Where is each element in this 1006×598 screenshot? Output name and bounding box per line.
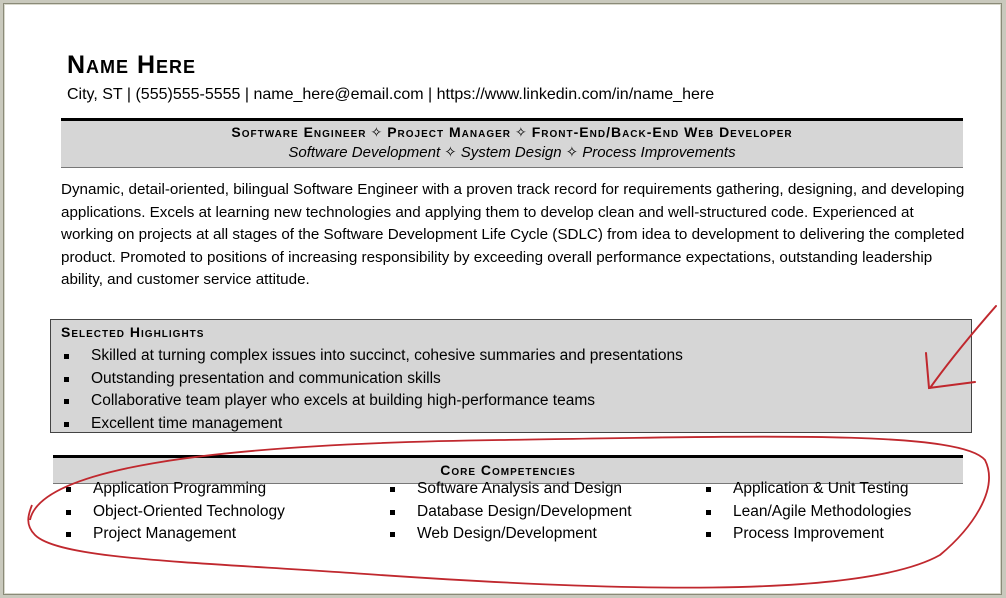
list-item: Lean/Agile Methodologies	[703, 501, 911, 524]
competencies-column-3: Application & Unit Testing Lean/Agile Me…	[703, 478, 911, 546]
skills-line: Software Development ✧ System Design ✧ Proce…	[61, 143, 963, 161]
square-bullet-icon	[390, 487, 395, 492]
square-bullet-icon	[706, 532, 711, 537]
competencies-column-2: Software Analysis and Design Database De…	[387, 478, 632, 546]
list-item: Application & Unit Testing	[703, 478, 911, 501]
square-bullet-icon	[64, 354, 69, 359]
role-1: Software Engineer	[231, 124, 367, 140]
highlights-box: Selected Highlights Skilled at turning c…	[50, 319, 972, 433]
summary-paragraph: Dynamic, detail-oriented, bilingual Soft…	[61, 181, 965, 288]
competencies-heading: Core Competencies	[440, 462, 576, 478]
list-item: Software Analysis and Design	[387, 478, 632, 501]
square-bullet-icon	[390, 532, 395, 537]
list-item: Database Design/Development	[387, 501, 632, 524]
list-item: Excellent time management	[61, 413, 683, 436]
roles-line: Software Engineer ✧ Project Manager ✧ Front-…	[61, 124, 963, 141]
square-bullet-icon	[66, 509, 71, 515]
role-3: Front-End/Back-End Web Developer	[531, 124, 793, 140]
contact-line: City, ST | (555)555-5555 | name_here@ema…	[67, 86, 715, 103]
list-item: Skilled at turning complex issues into s…	[61, 345, 683, 368]
skill-2: System Design	[460, 144, 562, 161]
skill-1: Software Development	[288, 144, 441, 161]
four-pointed-star-icon: ✧	[370, 124, 384, 140]
competencies-column-1: Application Programming Object-Oriented …	[63, 478, 285, 546]
four-pointed-star-icon: ✧	[444, 144, 457, 161]
square-bullet-icon	[66, 487, 71, 492]
square-bullet-icon	[64, 399, 69, 404]
list-item: Application Programming	[63, 478, 285, 501]
square-bullet-icon	[64, 421, 69, 427]
list-item: Process Improvement	[703, 523, 911, 546]
highlights-heading: Selected Highlights	[61, 324, 205, 340]
title-banner: Software Engineer ✧ Project Manager ✧ Front-…	[61, 118, 963, 168]
list-item: Object-Oriented Technology	[63, 501, 285, 524]
square-bullet-icon	[66, 532, 71, 537]
four-pointed-star-icon: ✧	[565, 144, 579, 161]
list-item: Web Design/Development	[387, 523, 632, 546]
candidate-name: Name Here	[67, 51, 197, 79]
four-pointed-star-icon: ✧	[515, 124, 528, 140]
square-bullet-icon	[706, 509, 711, 515]
list-item: Outstanding presentation and communicati…	[61, 368, 683, 391]
skill-3: Process Improvements	[582, 144, 736, 161]
square-bullet-icon	[390, 509, 395, 515]
list-item: Project Management	[63, 523, 285, 546]
square-bullet-icon	[64, 376, 69, 382]
list-item: Collaborative team player who excels at …	[61, 390, 683, 413]
highlights-list: Skilled at turning complex issues into s…	[61, 345, 683, 435]
square-bullet-icon	[706, 487, 711, 492]
role-2: Project Manager	[387, 124, 512, 140]
